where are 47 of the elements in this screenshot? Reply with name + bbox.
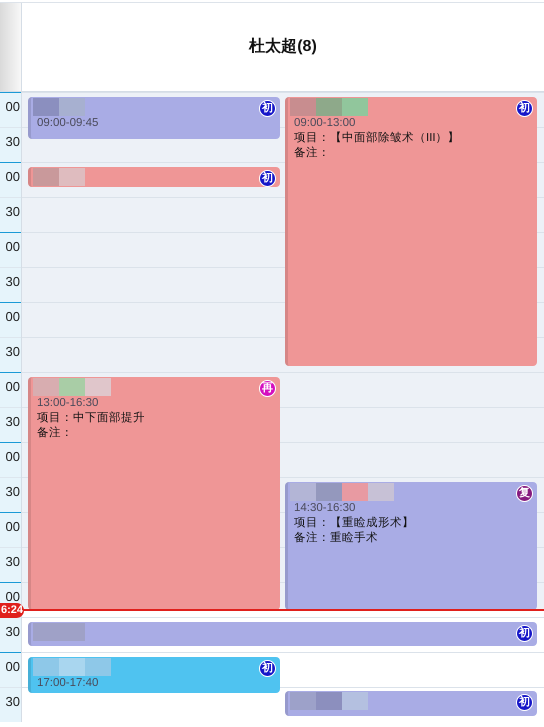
time-label: 00 (6, 170, 21, 183)
time-range: 17:00-17:40 (37, 676, 100, 691)
time-range: 09:00-13:00 (294, 116, 356, 131)
appointment-card[interactable]: 复 14:30-16:30 项目：【重睑成形术】 备注：重睑手术 (285, 482, 537, 610)
current-time-badge: 6:24 (0, 603, 24, 618)
visit-badge: 初 (259, 170, 276, 187)
time-label: 30 (6, 275, 21, 288)
project-text: 项目：【中面部除皱术（III）】 (294, 131, 461, 146)
time-label: 30 (6, 205, 21, 218)
appointment-card[interactable]: 初 (28, 622, 537, 646)
time-label: 00 (6, 590, 21, 603)
time-label: 00 (6, 100, 21, 113)
visit-badge: 初 (259, 100, 276, 117)
column-title: 杜太超(8) (249, 36, 317, 57)
visit-badge: 复 (516, 485, 533, 502)
time-label: 00 (6, 520, 21, 533)
appointment-card[interactable]: 初 (28, 167, 280, 187)
appointment-card[interactable]: 初 (285, 691, 537, 716)
time-range: 13:00-16:30 (37, 396, 100, 411)
appointment-card[interactable]: 初 09:00-09:45 (28, 97, 280, 139)
note-text: 备注： (37, 426, 74, 441)
time-label: 30 (6, 625, 21, 638)
time-range: 09:00-09:45 (37, 116, 100, 131)
time-label: 30 (6, 345, 21, 358)
project-text: 项目：中下面部提升 (37, 411, 146, 426)
appointment-card[interactable]: 初 09:00-13:00 项目：【中面部除皱术（III）】 备注： (285, 97, 537, 366)
note-text: 备注：重睑手术 (294, 531, 379, 546)
time-label: 30 (6, 695, 21, 708)
project-text: 项目：【重睑成形术】 (294, 516, 415, 531)
visit-badge: 初 (259, 660, 276, 677)
time-label: 30 (6, 415, 21, 428)
time-range: 14:30-16:30 (294, 501, 356, 516)
time-label: 30 (6, 135, 21, 148)
time-label: 00 (6, 660, 21, 673)
visit-badge: 再 (259, 380, 276, 397)
time-label: 00 (6, 310, 21, 323)
time-label: 30 (6, 485, 21, 498)
time-label: 00 (6, 240, 21, 253)
time-label: 00 (6, 380, 21, 393)
visit-badge: 初 (516, 625, 533, 642)
appointment-card[interactable]: 再 13:00-16:30 项目：中下面部提升 备注： (28, 377, 280, 610)
visit-badge: 初 (516, 694, 533, 711)
time-label: 00 (6, 450, 21, 463)
appointment-card[interactable]: 初 17:00-17:40 (28, 657, 280, 693)
time-label: 30 (6, 555, 21, 568)
visit-badge: 初 (516, 100, 533, 117)
note-text: 备注： (294, 146, 331, 161)
